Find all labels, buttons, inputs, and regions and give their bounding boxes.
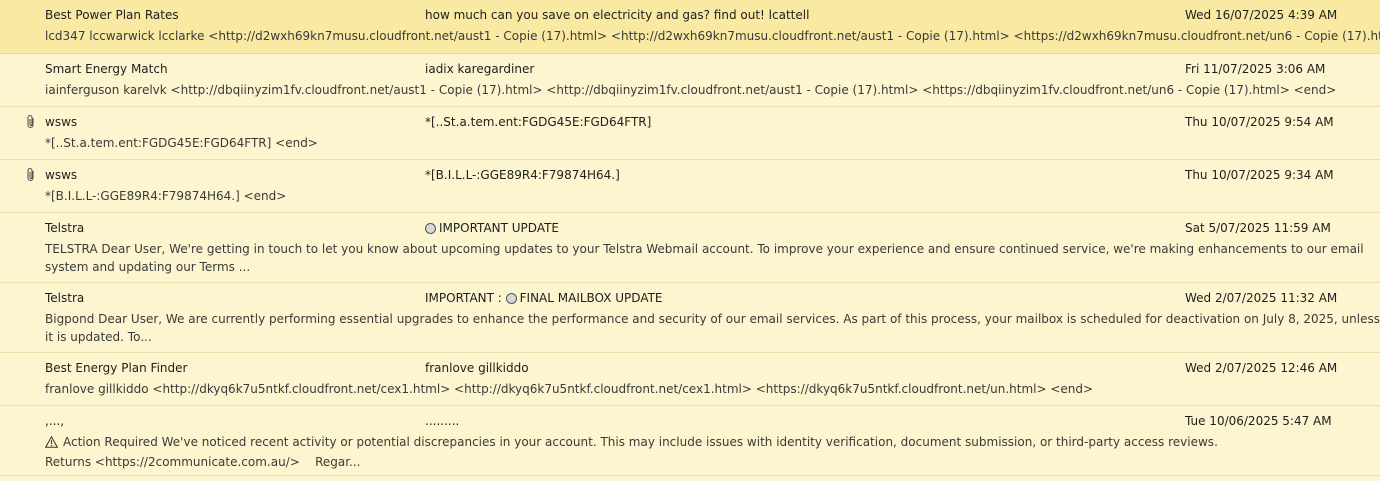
paperclip-icon xyxy=(25,167,37,183)
email-subject-prefix: IMPORTANT : xyxy=(425,291,506,305)
email-subject: IMPORTANT UPDATE xyxy=(425,221,559,235)
email-preview-line: Returns <https://2communicate.com.au/> R… xyxy=(45,455,361,469)
email-preview: lcd347 lccwarwick lcclarke <http://d2wxh… xyxy=(45,29,1380,43)
email-preview: franlove gillkiddo <http://dkyq6k7u5ntkf… xyxy=(45,382,1094,396)
email-date: Tue 10/06/2025 5:47 AM xyxy=(1185,414,1332,428)
email-row[interactable]: Best Energy Plan Finder franlove gillkid… xyxy=(0,353,1380,406)
email-preview: *[B.I.L.L-:GGE89R4:F79874H64.] <end> xyxy=(45,189,287,203)
email-subject: franlove gillkiddo xyxy=(425,361,529,375)
email-date: Wed 16/07/2025 4:39 AM xyxy=(1185,8,1338,22)
email-preview-line: Action Required We've noticed recent act… xyxy=(44,433,1380,453)
email-row[interactable]: ,..., ......... Tue 10/06/2025 5:47 AM A… xyxy=(0,406,1380,476)
email-list: Best Power Plan Rates how much can you s… xyxy=(0,0,1380,481)
email-date: Sat 5/07/2025 11:59 AM xyxy=(1185,221,1331,235)
email-sender: Smart Energy Match xyxy=(45,62,168,76)
email-sender: wsws xyxy=(45,168,78,182)
email-date: Thu 10/07/2025 9:54 AM xyxy=(1185,115,1334,129)
email-subject: how much can you save on electricity and… xyxy=(425,8,810,22)
email-subject: ......... xyxy=(425,414,460,428)
email-row[interactable]: wsws *[B.I.L.L-:GGE89R4:F79874H64.] Thu … xyxy=(0,160,1380,213)
email-preview: Action Required We've noticed recent act… xyxy=(44,433,1380,471)
email-preview: Bigpond Dear User, We are currently perf… xyxy=(45,312,1380,344)
email-row[interactable]: Telstra IMPORTANT : FINAL MAILBOX UPDATE… xyxy=(0,283,1380,353)
email-subject-text: IMPORTANT UPDATE xyxy=(439,221,560,235)
email-row[interactable]: Telstra IMPORTANT UPDATE Sat 5/07/2025 1… xyxy=(0,213,1380,283)
email-sender: Best Energy Plan Finder xyxy=(45,361,188,375)
email-preview: TELSTRA Dear User, We're getting in touc… xyxy=(45,242,1364,274)
email-sender: Best Power Plan Rates xyxy=(45,8,179,22)
email-sender: Telstra xyxy=(45,291,85,305)
email-sender: Telstra xyxy=(45,221,85,235)
email-preview: *[..St.a.tem.ent:FGDG45E:FGD64FTR] <end> xyxy=(45,136,318,150)
email-preview-text: Action Required We've noticed recent act… xyxy=(63,435,1218,449)
email-date: Wed 2/07/2025 11:32 AM xyxy=(1185,291,1338,305)
email-sender: wsws xyxy=(45,115,78,129)
email-date: Fri 11/07/2025 3:06 AM xyxy=(1185,62,1326,76)
email-sender: ,..., xyxy=(45,414,65,428)
email-subject: IMPORTANT : FINAL MAILBOX UPDATE xyxy=(425,291,663,305)
email-date: Thu 10/07/2025 9:34 AM xyxy=(1185,168,1334,182)
email-row[interactable]: Smart Energy Match iadix karegardiner Fr… xyxy=(0,54,1380,107)
email-row[interactable]: Best Power Plan Rates how much can you s… xyxy=(0,0,1380,54)
email-preview: iainferguson karelvk <http://dbqiinyzim1… xyxy=(45,83,1337,97)
email-subject-text: FINAL MAILBOX UPDATE xyxy=(519,291,663,305)
email-subject: *[B.I.L.L-:GGE89R4:F79874H64.] xyxy=(425,168,620,182)
circle-icon xyxy=(425,222,436,234)
paperclip-icon xyxy=(25,114,37,130)
email-row[interactable]: wsws *[..St.a.tem.ent:FGDG45E:FGD64FTR] … xyxy=(0,107,1380,160)
email-subject: *[..St.a.tem.ent:FGDG45E:FGD64FTR] xyxy=(425,115,652,129)
circle-icon xyxy=(505,292,517,304)
warning-icon xyxy=(44,435,59,453)
email-date: Wed 2/07/2025 12:46 AM xyxy=(1185,361,1338,375)
email-subject: iadix karegardiner xyxy=(425,62,535,76)
